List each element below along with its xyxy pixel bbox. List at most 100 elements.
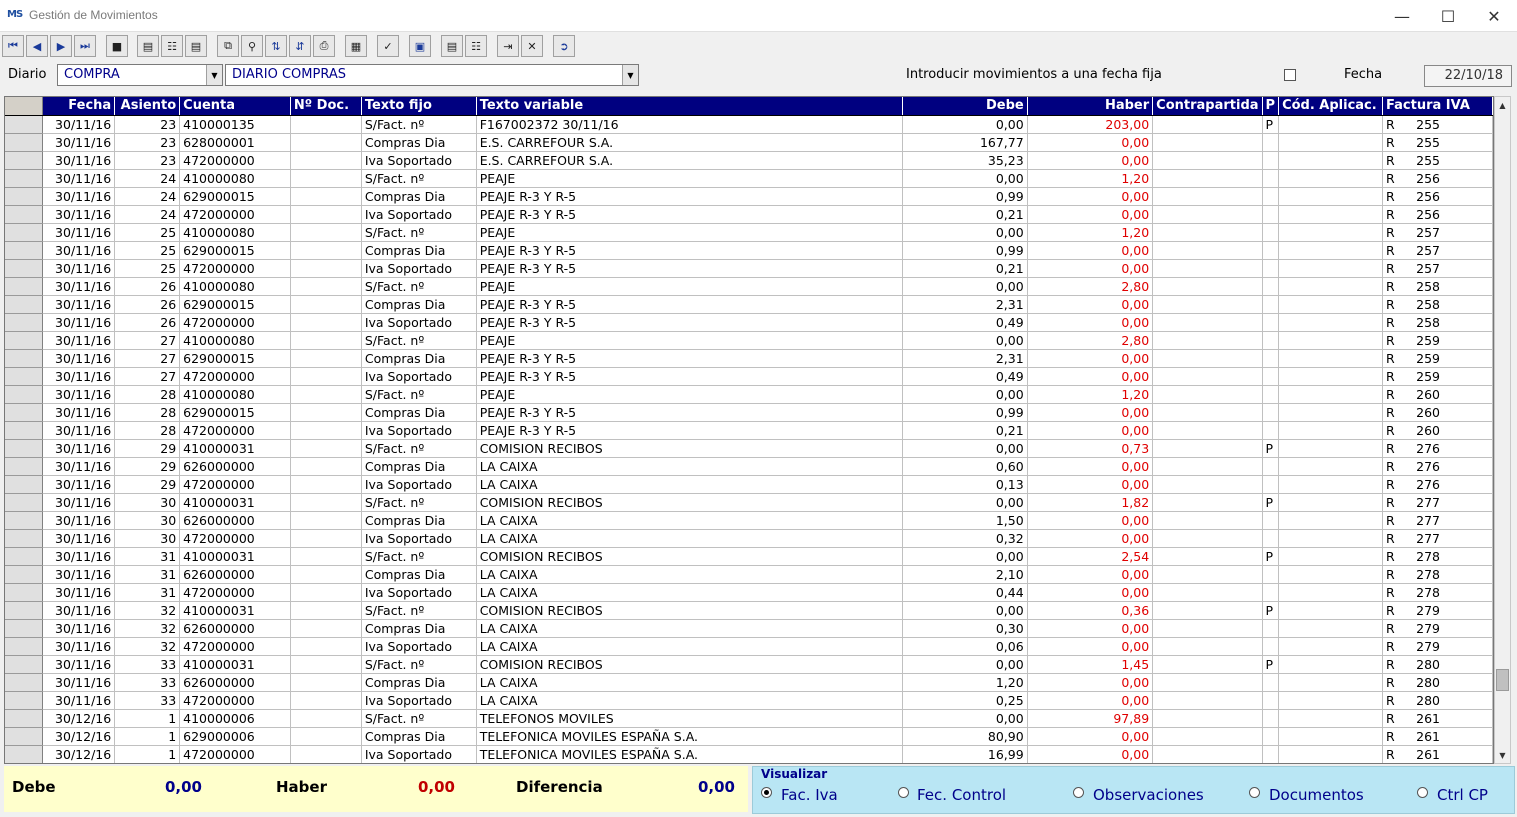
cell-debe[interactable]: 80,90 — [902, 727, 1028, 746]
cell-haber[interactable]: 0,00 — [1027, 745, 1154, 763]
cell-factura-iva[interactable]: R 278 — [1382, 565, 1493, 584]
row-selector[interactable] — [5, 619, 44, 638]
cell-texto-variable[interactable]: TELEFONICA MOVILES ESPAÑA S.A. — [476, 745, 904, 763]
cell-haber[interactable]: 0,00 — [1027, 529, 1154, 548]
cell-texto-fijo[interactable]: Compras Dia — [361, 187, 477, 206]
table-row[interactable]: 30/11/16 24 410000080 S/Fact. nº PEAJE 0,00 1,… — [5, 169, 1493, 188]
cell-cuenta[interactable]: 472000000 — [179, 205, 291, 224]
cell-n-doc[interactable] — [290, 115, 362, 134]
cell-debe[interactable]: 0,49 — [902, 313, 1028, 332]
cell-asiento[interactable]: 25 — [114, 241, 181, 260]
cell-haber[interactable]: 0,36 — [1027, 601, 1154, 620]
cell-fecha[interactable]: 30/11/16 — [42, 457, 116, 476]
cell-n-doc[interactable] — [290, 403, 362, 422]
cell-fecha[interactable]: 30/11/16 — [42, 277, 116, 296]
cell-p[interactable] — [1262, 169, 1280, 188]
cell-cuenta[interactable]: 628000001 — [179, 133, 291, 152]
cell-cod-aplicac[interactable] — [1278, 367, 1384, 386]
column-header-selector[interactable] — [5, 97, 44, 116]
cell-haber[interactable]: 0,00 — [1027, 457, 1154, 476]
cell-texto-variable[interactable]: LA CAIXA — [476, 529, 904, 548]
cell-haber[interactable]: 0,00 — [1027, 259, 1154, 278]
cell-debe[interactable]: 1,50 — [902, 511, 1028, 530]
table-row[interactable]: 30/11/16 23 472000000 Iva Soportado E.S. CAR… — [5, 151, 1493, 170]
cell-cod-aplicac[interactable] — [1278, 241, 1384, 260]
cell-cod-aplicac[interactable] — [1278, 349, 1384, 368]
cell-n-doc[interactable] — [290, 745, 362, 763]
row-selector[interactable] — [5, 583, 44, 602]
cell-texto-variable[interactable]: TELEFONICA MOVILES ESPAÑA S.A. — [476, 727, 904, 746]
cell-cuenta[interactable]: 629000015 — [179, 187, 291, 206]
cell-asiento[interactable]: 28 — [114, 421, 181, 440]
table-row[interactable]: 30/11/16 27 629000015 Compras Dia PEAJE R-3 … — [5, 349, 1493, 368]
cell-asiento[interactable]: 1 — [114, 727, 181, 746]
cell-texto-variable[interactable]: PEAJE — [476, 277, 904, 296]
cell-haber[interactable]: 0,00 — [1027, 475, 1154, 494]
cell-cuenta[interactable]: 472000000 — [179, 475, 291, 494]
cell-cuenta[interactable]: 410000080 — [179, 331, 291, 350]
cell-cod-aplicac[interactable] — [1278, 223, 1384, 242]
cell-texto-variable[interactable]: PEAJE R-3 Y R-5 — [476, 187, 904, 206]
cell-cuenta[interactable]: 472000000 — [179, 421, 291, 440]
cell-debe[interactable]: 0,60 — [902, 457, 1028, 476]
cell-cuenta[interactable]: 410000080 — [179, 169, 291, 188]
cell-n-doc[interactable] — [290, 187, 362, 206]
cell-haber[interactable]: 2,54 — [1027, 547, 1154, 566]
cell-fecha[interactable]: 30/11/16 — [42, 547, 116, 566]
cell-contrapartida[interactable] — [1152, 133, 1263, 152]
cell-p[interactable] — [1262, 133, 1280, 152]
cell-haber[interactable]: 2,80 — [1027, 277, 1154, 296]
cell-texto-variable[interactable]: PEAJE R-3 Y R-5 — [476, 313, 904, 332]
cell-haber[interactable]: 0,00 — [1027, 565, 1154, 584]
radio-label-fac-iva[interactable]: Fac. Iva — [781, 786, 838, 804]
cell-texto-variable[interactable]: PEAJE R-3 Y R-5 — [476, 205, 904, 224]
cell-debe[interactable]: 0,00 — [902, 223, 1028, 242]
cell-factura-iva[interactable]: R 279 — [1382, 601, 1493, 620]
cell-fecha[interactable]: 30/11/16 — [42, 475, 116, 494]
cell-texto-variable[interactable]: E.S. CARREFOUR S.A. — [476, 151, 904, 170]
cell-n-doc[interactable] — [290, 259, 362, 278]
cell-texto-variable[interactable]: E.S. CARREFOUR S.A. — [476, 133, 904, 152]
cell-asiento[interactable]: 29 — [114, 475, 181, 494]
cell-n-doc[interactable] — [290, 511, 362, 530]
register-icon[interactable]: ▤ — [441, 35, 463, 57]
cell-cuenta[interactable]: 629000015 — [179, 403, 291, 422]
cell-asiento[interactable]: 30 — [114, 493, 181, 512]
cell-texto-fijo[interactable]: Compras Dia — [361, 673, 477, 692]
fixed-date-checkbox[interactable] — [1284, 69, 1296, 81]
cell-texto-variable[interactable]: TELEFONOS MOVILES — [476, 709, 904, 728]
cell-n-doc[interactable] — [290, 241, 362, 260]
cell-asiento[interactable]: 28 — [114, 403, 181, 422]
cell-debe[interactable]: 35,23 — [902, 151, 1028, 170]
column-header-haber[interactable]: Haber — [1027, 97, 1154, 116]
cell-cuenta[interactable]: 629000015 — [179, 295, 291, 314]
table-row[interactable]: 30/11/16 29 472000000 Iva Soportado LA CAIXA… — [5, 475, 1493, 494]
cell-p[interactable] — [1262, 745, 1280, 763]
table-row[interactable]: 30/11/16 32 410000031 S/Fact. nº COMISION RE… — [5, 601, 1493, 620]
cell-factura-iva[interactable]: R 259 — [1382, 349, 1493, 368]
row-selector[interactable] — [5, 223, 44, 242]
cell-debe[interactable]: 0,13 — [902, 475, 1028, 494]
row-selector[interactable] — [5, 475, 44, 494]
cell-p[interactable]: P — [1262, 115, 1280, 134]
column-header-cuenta[interactable]: Cuenta — [179, 97, 291, 116]
row-selector[interactable] — [5, 241, 44, 260]
cell-n-doc[interactable] — [290, 673, 362, 692]
column-header-cod-aplicac[interactable]: Cód. Aplicac. — [1278, 97, 1384, 116]
vertical-scrollbar[interactable]: ▲ ▼ — [1494, 96, 1511, 764]
cell-debe[interactable]: 0,99 — [902, 241, 1028, 260]
row-selector[interactable] — [5, 745, 44, 763]
cell-debe[interactable]: 0,32 — [902, 529, 1028, 548]
cell-cod-aplicac[interactable] — [1278, 205, 1384, 224]
cell-p[interactable] — [1262, 691, 1280, 710]
table-row[interactable]: 30/11/16 28 629000015 Compras Dia PEAJE R-3 … — [5, 403, 1493, 422]
cell-n-doc[interactable] — [290, 331, 362, 350]
cell-debe[interactable]: 0,00 — [902, 709, 1028, 728]
cell-haber[interactable]: 2,80 — [1027, 331, 1154, 350]
cell-haber[interactable]: 0,00 — [1027, 133, 1154, 152]
cell-texto-fijo[interactable]: Iva Soportado — [361, 583, 477, 602]
cell-haber[interactable]: 0,00 — [1027, 637, 1154, 656]
cell-debe[interactable]: 16,99 — [902, 745, 1028, 763]
cell-contrapartida[interactable] — [1152, 187, 1263, 206]
blank-icon[interactable]: ■ — [106, 35, 128, 57]
